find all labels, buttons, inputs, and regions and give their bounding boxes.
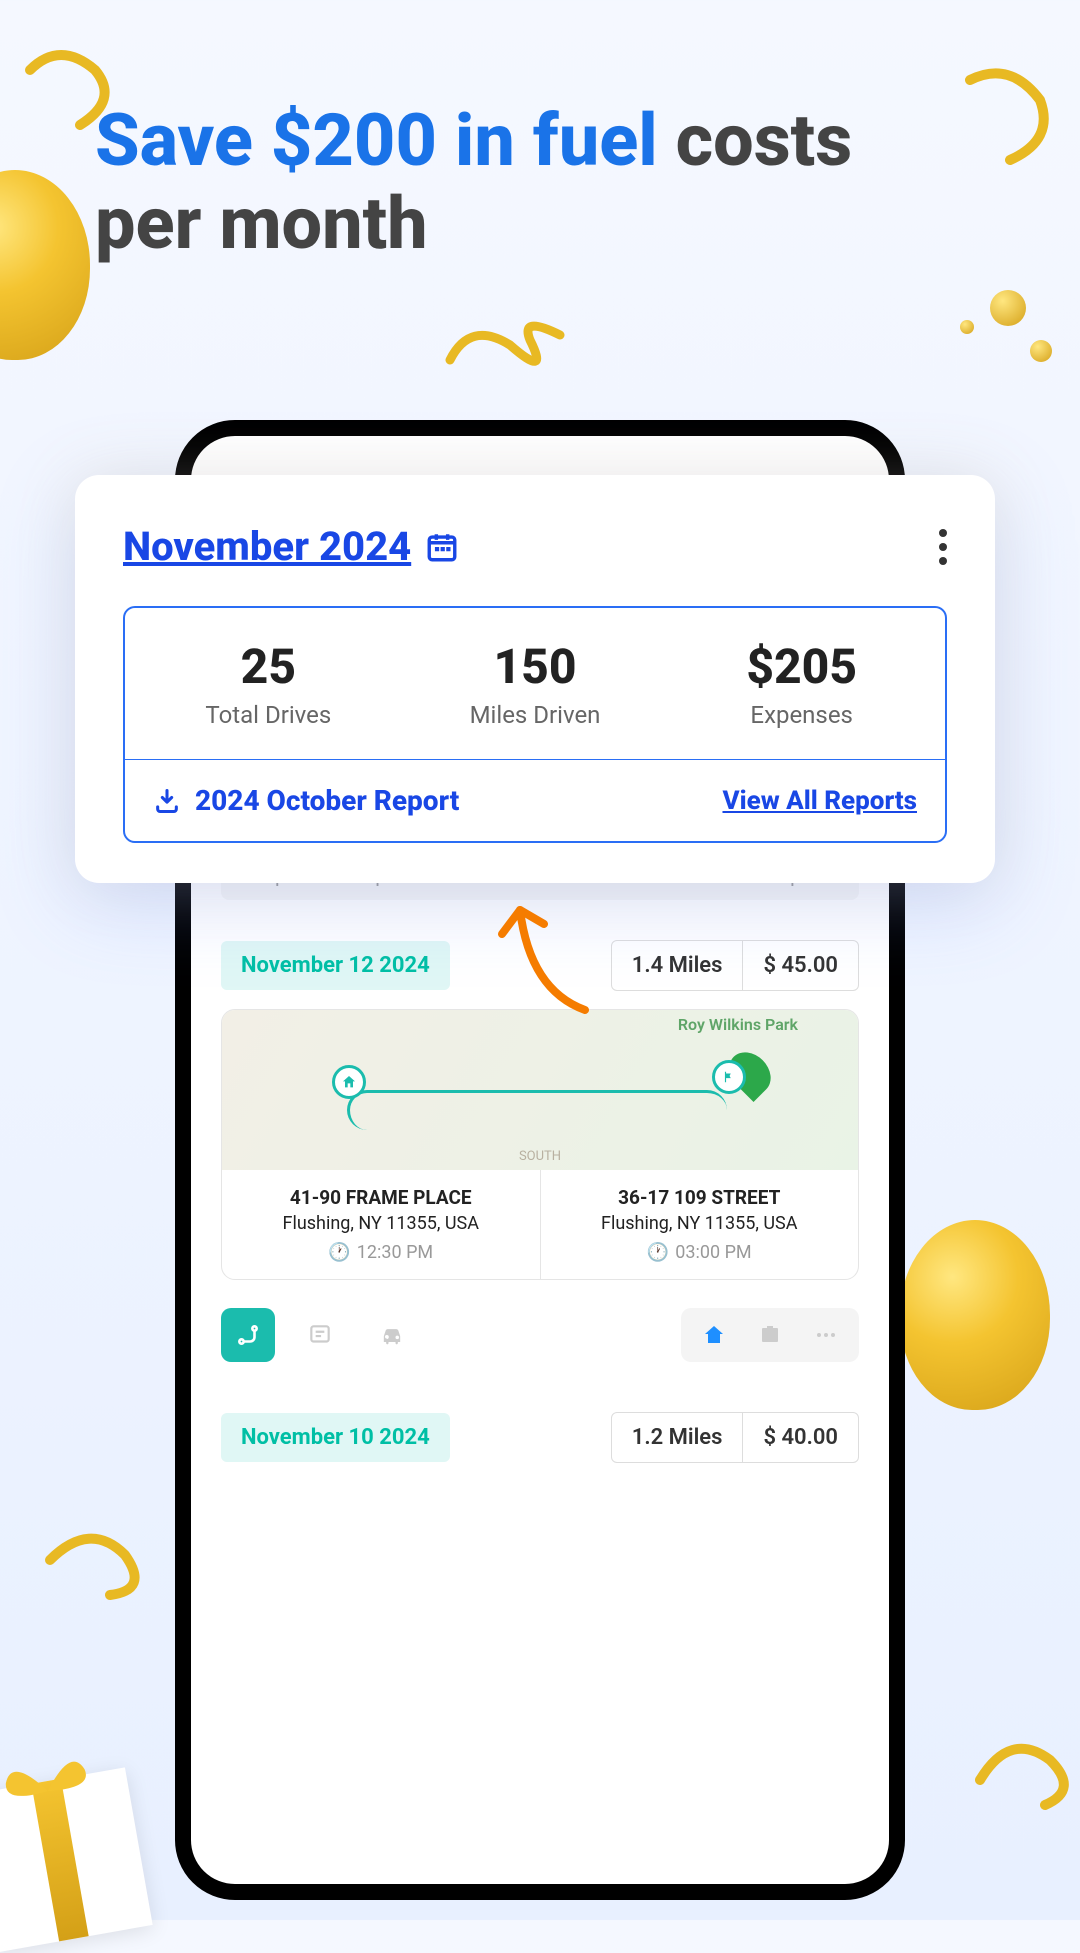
more-icon[interactable] bbox=[807, 1316, 845, 1354]
from-time: 12:30 PM bbox=[357, 1242, 433, 1263]
home-category-icon[interactable] bbox=[695, 1316, 733, 1354]
trip-from: 41-90 FRAME PLACE Flushing, NY 11355, US… bbox=[222, 1170, 541, 1279]
balloon-decoration bbox=[0, 170, 90, 360]
download-report-link[interactable]: 2024 October Report bbox=[153, 784, 459, 817]
stats-box: 25 Total Drives 150 Miles Driven $205 Ex… bbox=[123, 606, 947, 843]
calendar-icon bbox=[425, 530, 459, 564]
flag-pin-icon bbox=[712, 1060, 746, 1094]
dot-decoration bbox=[960, 320, 974, 334]
report-label: 2024 October Report bbox=[195, 784, 459, 817]
map-park-label: Roy Wilkins Park bbox=[678, 1016, 798, 1034]
stat-expenses: $205 Expenses bbox=[668, 638, 935, 729]
headline-accent: Save $200 in fuel bbox=[95, 98, 658, 183]
home-pin-icon bbox=[332, 1065, 366, 1099]
more-menu-button[interactable] bbox=[939, 529, 947, 565]
ribbon-decoration bbox=[960, 1700, 1080, 1840]
from-addr1: 41-90 FRAME PLACE bbox=[232, 1186, 530, 1209]
trip-metrics: 1.4 Miles $ 45.00 bbox=[611, 940, 859, 991]
clock-icon: 🕐 bbox=[647, 1242, 669, 1263]
stat-total-drives: 25 Total Drives bbox=[135, 638, 402, 729]
trip-map[interactable]: Roy Wilkins Park SOUTH bbox=[222, 1010, 858, 1170]
view-all-reports-link[interactable]: View All Reports bbox=[722, 786, 917, 816]
map-label-south: SOUTH bbox=[519, 1149, 561, 1164]
month-summary-card: November 2024 25 Total Drives 150 Miles … bbox=[75, 475, 995, 883]
headline-line2: per month bbox=[95, 181, 428, 266]
business-category-icon[interactable] bbox=[751, 1316, 789, 1354]
trip-card[interactable]: Roy Wilkins Park SOUTH 41-90 FRAME PLACE… bbox=[221, 1009, 859, 1280]
from-addr2: Flushing, NY 11355, USA bbox=[232, 1213, 530, 1234]
trip-header-row: November 12 2024 1.4 Miles $ 45.00 bbox=[221, 940, 859, 991]
stat-value: 150 bbox=[402, 638, 669, 695]
month-selector[interactable]: November 2024 bbox=[123, 523, 459, 570]
note-icon-button[interactable] bbox=[293, 1308, 347, 1362]
clock-icon: 🕐 bbox=[328, 1242, 350, 1263]
trip-addresses: 41-90 FRAME PLACE Flushing, NY 11355, US… bbox=[222, 1170, 858, 1279]
stat-miles-driven: 150 Miles Driven bbox=[402, 638, 669, 729]
dot-decoration bbox=[1030, 340, 1052, 362]
trip-metrics: 1.2 Miles $ 40.00 bbox=[611, 1412, 859, 1463]
trip-cost: $ 45.00 bbox=[743, 941, 858, 990]
trip-miles: 1.2 Miles bbox=[612, 1413, 744, 1462]
dot-decoration bbox=[990, 290, 1026, 326]
trip-date-pill: November 12 2024 bbox=[221, 941, 450, 990]
trip-date-pill: November 10 2024 bbox=[221, 1413, 450, 1462]
to-addr2: Flushing, NY 11355, USA bbox=[551, 1213, 849, 1234]
ribbon-decoration bbox=[430, 300, 610, 400]
stat-label: Expenses bbox=[668, 701, 935, 729]
to-addr1: 36-17 109 STREET bbox=[551, 1186, 849, 1209]
download-icon bbox=[153, 787, 181, 815]
route-icon-button[interactable] bbox=[221, 1308, 275, 1362]
trip-header-row: November 10 2024 1.2 Miles $ 40.00 bbox=[221, 1412, 859, 1463]
stat-label: Miles Driven bbox=[402, 701, 669, 729]
ribbon-decoration bbox=[20, 1480, 170, 1630]
gift-box-decoration bbox=[0, 1767, 153, 1952]
page-headline: Save $200 in fuel costs per month bbox=[95, 100, 852, 266]
stat-value: 25 bbox=[135, 638, 402, 695]
stat-label: Total Drives bbox=[135, 701, 402, 729]
trip-cost: $ 40.00 bbox=[743, 1413, 858, 1462]
trip-action-row bbox=[221, 1308, 859, 1362]
balloon-decoration bbox=[900, 1220, 1050, 1410]
trip-to: 36-17 109 STREET Flushing, NY 11355, USA… bbox=[541, 1170, 859, 1279]
vehicle-icon-button[interactable] bbox=[365, 1308, 419, 1362]
to-time: 03:00 PM bbox=[675, 1242, 751, 1263]
headline-rest: costs bbox=[658, 98, 852, 183]
trip-miles: 1.4 Miles bbox=[612, 941, 744, 990]
stat-value: $205 bbox=[668, 638, 935, 695]
month-label: November 2024 bbox=[123, 523, 411, 570]
